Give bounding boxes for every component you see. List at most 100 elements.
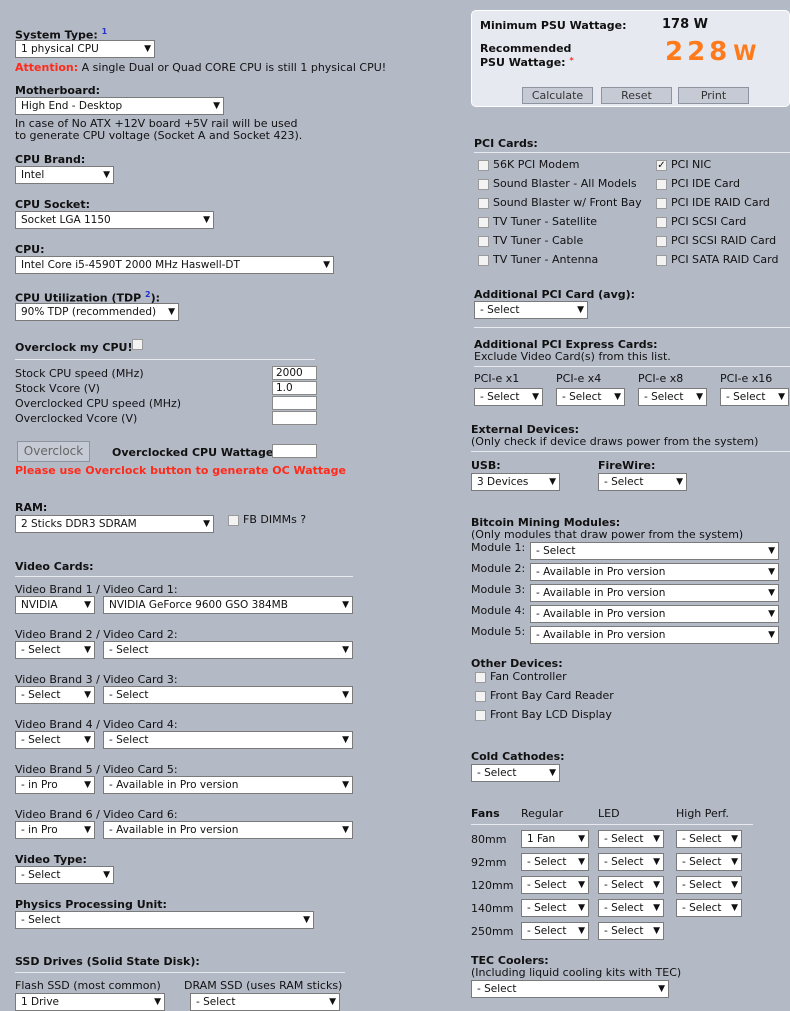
chevron-down-icon: ▼ (731, 880, 738, 890)
pcie-slot-select[interactable]: - Select ▼ (556, 388, 625, 406)
stock-vcore-input[interactable]: 1.0 (272, 381, 317, 395)
fan-led-select[interactable]: - Select ▼ (598, 830, 664, 848)
chevron-down-icon: ▼ (154, 997, 161, 1007)
video-type-label: Video Type: (15, 853, 87, 866)
reset-button[interactable]: Reset (601, 87, 672, 104)
motherboard-select[interactable]: High End - Desktop ▼ (15, 97, 224, 115)
pci-card-label: TV Tuner - Satellite (493, 215, 598, 228)
chevron-down-icon: ▼ (578, 880, 585, 890)
fan-high-select[interactable]: - Select ▼ (676, 899, 742, 917)
video-brand-select[interactable]: - Select ▼ (15, 686, 95, 704)
fan-regular-select[interactable]: 1 Fan ▼ (521, 830, 589, 848)
pci-card-checkbox[interactable] (478, 198, 489, 209)
chevron-down-icon: ▼ (323, 260, 330, 270)
cpu-select[interactable]: Intel Core i5-4590T 2000 MHz Haswell-DT ▼ (15, 256, 334, 274)
cpu-socket-select[interactable]: Socket LGA 1150 ▼ (15, 211, 214, 229)
overclock-checkbox[interactable] (132, 339, 143, 350)
pci-card-checkbox[interactable] (478, 160, 489, 171)
pci-card-checkbox[interactable] (656, 179, 667, 190)
pci-card-checkbox[interactable] (478, 217, 489, 228)
fb-dimms-checkbox[interactable] (228, 515, 239, 526)
chevron-down-icon: ▼ (653, 834, 660, 844)
pci-card-checkbox[interactable] (478, 236, 489, 247)
system-type-select[interactable]: 1 physical CPU ▼ (15, 40, 155, 58)
print-button[interactable]: Print (678, 87, 749, 104)
other-device-checkbox[interactable] (475, 710, 486, 721)
fan-led-select[interactable]: - Select ▼ (598, 922, 664, 940)
footnote-link[interactable]: 1 (102, 27, 108, 36)
video-brand-select[interactable]: - Select ▼ (15, 641, 95, 659)
oc-wattage-input[interactable] (272, 444, 317, 458)
cpu-label: CPU: (15, 243, 45, 256)
fan-led-select[interactable]: - Select ▼ (598, 899, 664, 917)
oc-warning: Please use Overclock button to generate … (15, 464, 346, 477)
video-card-select[interactable]: NVIDIA GeForce 9600 GSO 384MB ▼ (103, 596, 353, 614)
divider (15, 359, 315, 360)
pci-card-checkbox[interactable] (656, 217, 667, 228)
video-brand-select[interactable]: - Select ▼ (15, 731, 95, 749)
chevron-down-icon: ▼ (84, 825, 91, 835)
bitcoin-module-select[interactable]: - Available in Pro version ▼ (530, 605, 779, 623)
min-psu-value: 178 W (662, 17, 709, 32)
bitcoin-module-select[interactable]: - Select ▼ (530, 542, 779, 560)
video-card-select[interactable]: - Select ▼ (103, 731, 353, 749)
pci-card-checkbox[interactable] (478, 179, 489, 190)
ppu-select[interactable]: - Select ▼ (15, 911, 314, 929)
fan-regular-select[interactable]: - Select ▼ (521, 899, 589, 917)
cpu-brand-select[interactable]: Intel ▼ (15, 166, 114, 184)
video-card-select[interactable]: - Available in Pro version ▼ (103, 776, 353, 794)
video-type-select[interactable]: - Select ▼ (15, 866, 114, 884)
bitcoin-module-select[interactable]: - Available in Pro version ▼ (530, 584, 779, 602)
oc-speed-input[interactable] (272, 396, 317, 410)
pcie-slot-select[interactable]: - Select ▼ (638, 388, 707, 406)
fan-regular-select[interactable]: - Select ▼ (521, 876, 589, 894)
cpu-utilization-select[interactable]: 90% TDP (recommended) ▼ (15, 303, 179, 321)
pcie-slot-select[interactable]: - Select ▼ (474, 388, 543, 406)
video-brand-select[interactable]: - in Pro ▼ (15, 821, 95, 839)
video-card-select[interactable]: - Select ▼ (103, 641, 353, 659)
calculate-button[interactable]: Calculate (522, 87, 593, 104)
fan-high-select[interactable]: - Select ▼ (676, 830, 742, 848)
pci-card-checkbox[interactable] (656, 236, 667, 247)
bitcoin-module-select[interactable]: - Available in Pro version ▼ (530, 563, 779, 581)
chevron-down-icon: ▼ (731, 857, 738, 867)
video-card-select[interactable]: - Available in Pro version ▼ (103, 821, 353, 839)
cpu-socket-label: CPU Socket: (15, 198, 91, 211)
chevron-down-icon: ▼ (84, 690, 91, 700)
usb-select[interactable]: 3 Devices ▼ (471, 473, 560, 491)
pci-card-checkbox[interactable] (478, 255, 489, 266)
video-card-select[interactable]: - Select ▼ (103, 686, 353, 704)
tec-select[interactable]: - Select ▼ (471, 980, 669, 998)
cold-cathodes-select[interactable]: - Select ▼ (471, 764, 560, 782)
fan-regular-select[interactable]: - Select ▼ (521, 853, 589, 871)
pci-card-checkbox[interactable]: ✓ (656, 160, 667, 171)
fan-high-select[interactable]: - Select ▼ (676, 853, 742, 871)
pci-card-checkbox[interactable] (656, 255, 667, 266)
chevron-down-icon: ▼ (653, 857, 660, 867)
video-brand-select[interactable]: - in Pro ▼ (15, 776, 95, 794)
chevron-down-icon: ▼ (532, 392, 539, 402)
stock-speed-input[interactable]: 2000 (272, 366, 317, 380)
fan-regular-select[interactable]: - Select ▼ (521, 922, 589, 940)
external-note: (Only check if device draws power from t… (471, 435, 759, 448)
oc-vcore-input[interactable] (272, 411, 317, 425)
fan-led-select[interactable]: - Select ▼ (598, 853, 664, 871)
fan-high-select[interactable]: - Select ▼ (676, 876, 742, 894)
add-pci-select[interactable]: - Select ▼ (474, 301, 588, 319)
bitcoin-module-select[interactable]: - Available in Pro version ▼ (530, 626, 779, 644)
dram-ssd-select[interactable]: - Select ▼ (190, 993, 340, 1011)
other-device-checkbox[interactable] (475, 672, 486, 683)
flash-ssd-select[interactable]: 1 Drive ▼ (15, 993, 165, 1011)
overclock-button[interactable]: Overclock (17, 441, 90, 462)
pcie-slot-select[interactable]: - Select ▼ (720, 388, 789, 406)
firewire-select[interactable]: - Select ▼ (598, 473, 687, 491)
pci-card-checkbox[interactable] (656, 198, 667, 209)
ram-select[interactable]: 2 Sticks DDR3 SDRAM ▼ (15, 515, 214, 533)
pcie-slot-label: PCI-e x8 (638, 372, 684, 385)
other-device-checkbox[interactable] (475, 691, 486, 702)
video-brand-select[interactable]: NVIDIA ▼ (15, 596, 95, 614)
pcie-slot-label: PCI-e x16 (720, 372, 773, 385)
fans-col-regular: Regular (521, 807, 564, 820)
fan-led-select[interactable]: - Select ▼ (598, 876, 664, 894)
chevron-down-icon: ▼ (549, 768, 556, 778)
